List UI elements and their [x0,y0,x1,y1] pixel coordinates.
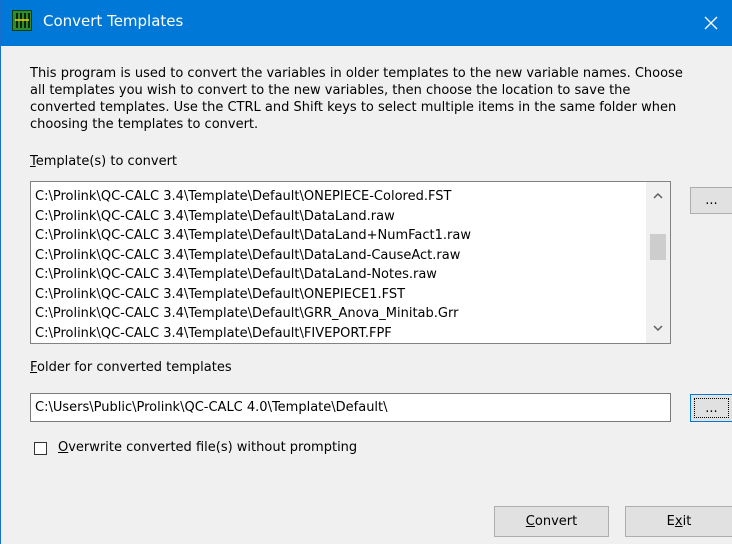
templates-listbox[interactable]: C:\Prolink\QC-CALC 3.4\Template\Default\… [30,181,671,344]
exit-button[interactable]: Ex it [625,506,732,537]
list-item[interactable]: C:\Prolink\QC-CALC 3.4\Template\Default\… [35,207,645,227]
templates-list: C:\Prolink\QC-CALC 3.4\Template\Default\… [35,187,645,343]
title-bar[interactable]: Convert Templates [1,0,732,46]
folder-path-input[interactable]: C:\Users\Public\Prolink\QC-CALC 4.0\Temp… [30,393,671,422]
description-text: This program is used to convert the vari… [30,66,683,132]
folder-label: Folder for converted templates [30,360,232,375]
folder-label-text: older for converted templates [37,360,232,375]
overwrite-label-text: verwrite converted file(s) without promp… [68,440,358,455]
convert-label: onvert [534,514,578,529]
chevron-down-icon [653,325,663,331]
list-item[interactable]: C:\Prolink\QC-CALC 3.4\Template\Default\… [35,304,645,324]
scroll-thumb[interactable] [650,234,666,260]
list-item[interactable]: C:\Prolink\QC-CALC 3.4\Template\Default\… [35,285,645,305]
browse-folder-label: ... [705,400,718,416]
templates-label: Template(s) to convert [30,154,177,169]
list-item[interactable]: C:\Prolink\QC-CALC 3.4\Template\Default\… [35,226,645,246]
convert-templates-dialog: Convert Templates This program is used t… [0,0,732,544]
scroll-down-button[interactable] [646,318,670,338]
list-item[interactable]: C:\Prolink\QC-CALC 3.4\Template\Default\… [35,187,645,207]
convert-button[interactable]: Convert [494,506,609,537]
grid-app-icon [12,10,32,31]
scroll-up-button[interactable] [646,186,670,206]
convert-mnemonic: C [525,514,535,529]
list-item[interactable]: C:\Prolink\QC-CALC 3.4\Template\Default\… [35,265,645,285]
exit-label-end: it [682,514,692,529]
window-title: Convert Templates [43,12,184,30]
chevron-up-icon [653,193,663,199]
browse-templates-label: ... [705,193,718,208]
list-item[interactable]: C:\Prolink\QC-CALC 3.4\Template\Default\… [35,324,645,344]
exit-label-start: E [666,514,675,529]
focus-rect: ... [694,398,729,418]
overwrite-label[interactable]: Overwrite converted file(s) without prom… [58,440,357,455]
vertical-scrollbar[interactable] [646,182,670,343]
browse-templates-button[interactable]: ... [690,187,732,214]
list-item[interactable]: C:\Prolink\QC-CALC 3.4\Template\Default\… [35,246,645,266]
folder-label-mnemonic: F [30,360,38,375]
overwrite-label-mnemonic: O [58,440,69,455]
templates-label-text: emplate(s) to convert [35,154,178,169]
close-icon [704,16,718,30]
overwrite-checkbox[interactable] [34,442,47,455]
close-button[interactable] [689,0,732,46]
exit-mnemonic: x [674,514,683,529]
browse-folder-button[interactable]: ... [690,394,732,422]
